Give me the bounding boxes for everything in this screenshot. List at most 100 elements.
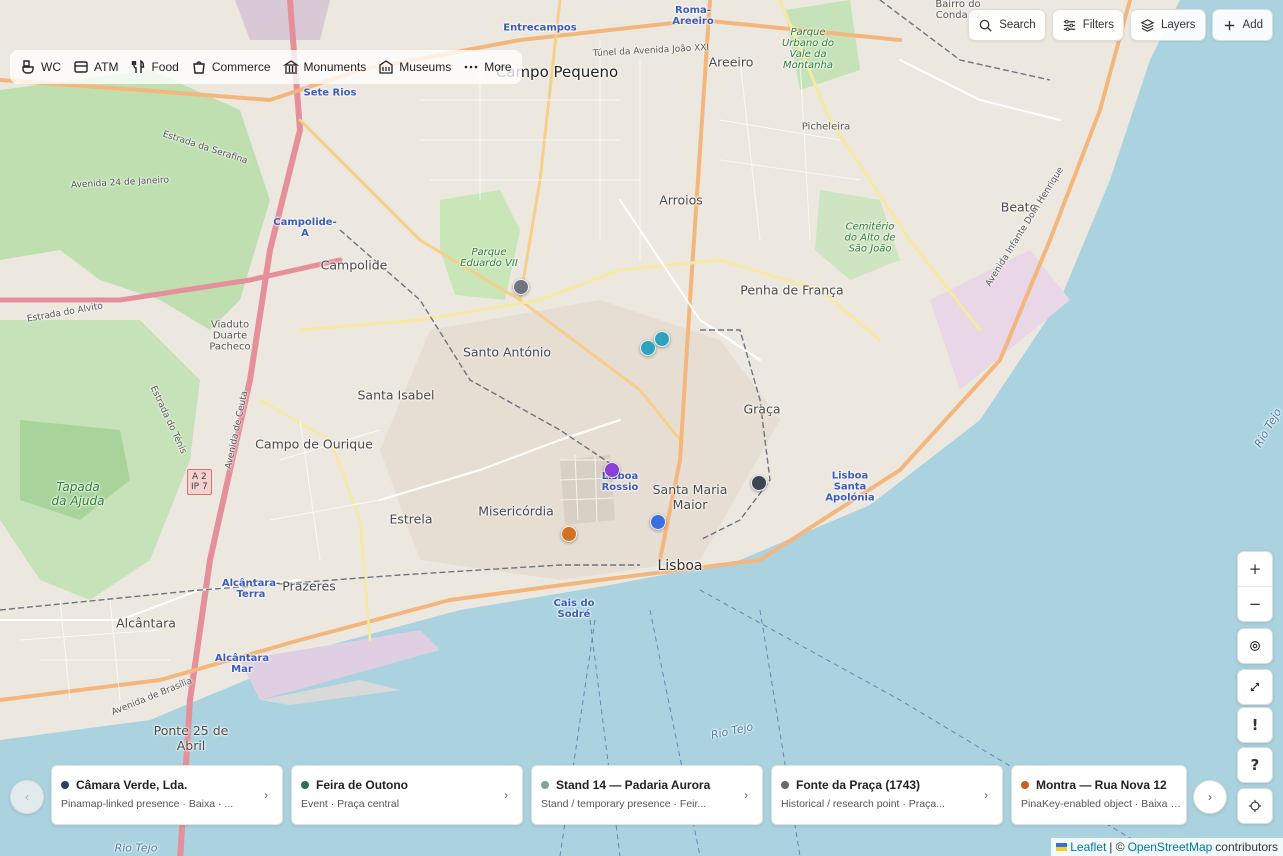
category-label: Museums: [399, 60, 452, 74]
card-title-row: Stand 14 — Padaria Aurora: [541, 778, 710, 792]
carousel-next-button[interactable]: ›: [1193, 780, 1227, 814]
place-label: Graça: [743, 401, 781, 417]
place-card[interactable]: Montra — Rua Nova 12 PinaKey-enabled obj…: [1011, 765, 1187, 825]
category-label: More: [484, 60, 512, 74]
place-label: Ponte 25 de Abril: [153, 723, 229, 753]
card-subtitle: Stand / temporary presence · Feir...: [541, 798, 707, 810]
osm-link[interactable]: OpenStreetMap: [1128, 838, 1213, 856]
zoom-control: + −: [1237, 551, 1273, 622]
map-marker[interactable]: [640, 340, 656, 356]
layers-icon: [1140, 18, 1155, 32]
map-marker[interactable]: [650, 514, 666, 530]
chevron-right-icon: ›: [504, 788, 508, 802]
place-label: Santa Isabel: [357, 387, 435, 403]
category-museums[interactable]: Museums: [372, 52, 457, 82]
filters-label: Filters: [1082, 19, 1114, 31]
search-icon: [979, 19, 992, 32]
card-title: Fonte da Praça (1743): [796, 778, 921, 792]
place-label: Estrela: [389, 511, 433, 527]
park-label: Parque Eduardo VII: [460, 247, 518, 269]
park-label: Parque Urbano do Vale da Montanha: [781, 27, 834, 71]
station-label: Roma-Areeiro: [672, 5, 714, 27]
search-button[interactable]: Search: [968, 9, 1046, 41]
atm-icon: [74, 61, 88, 73]
alert-button[interactable]: !: [1238, 708, 1272, 742]
monuments-icon: [282, 60, 299, 74]
place-label: Santa Maria Maior: [652, 482, 728, 512]
category-label: WC: [41, 60, 61, 74]
category-atm[interactable]: ATM: [67, 52, 124, 82]
park-label: Cemitério do Alto de São João: [844, 221, 896, 255]
zoom-out-button[interactable]: −: [1238, 587, 1272, 621]
station-label: Alcântara-Terra: [221, 578, 281, 600]
category-label: Food: [151, 60, 179, 74]
place-card[interactable]: Câmara Verde, Lda. Pinamap-linked presen…: [51, 765, 283, 825]
category-label: ATM: [94, 60, 119, 74]
place-card[interactable]: Feira de Outono Event · Praça central ›: [291, 765, 523, 825]
chevron-right-icon: ›: [744, 788, 748, 802]
category-commerce[interactable]: Commerce: [185, 52, 277, 82]
place-label: Campolide: [320, 257, 388, 273]
place-label: Misericórdia: [478, 503, 554, 519]
card-title: Câmara Verde, Lda.: [76, 778, 188, 792]
category-label: Commerce: [211, 60, 271, 74]
leaflet-link[interactable]: Leaflet: [1070, 838, 1106, 856]
filters-button[interactable]: Filters: [1051, 9, 1124, 41]
category-wc[interactable]: WC: [14, 52, 67, 82]
more-icon: [464, 65, 478, 69]
attribution-contributors: contributors: [1215, 840, 1278, 854]
target-icon: [1250, 641, 1260, 651]
card-carousel: Câmara Verde, Lda. Pinamap-linked presen…: [0, 765, 1283, 825]
station-label: Campolide-A: [273, 217, 337, 239]
park-label: Tapada da Ajuda: [51, 480, 105, 508]
commerce-icon: [193, 61, 205, 74]
map-marker[interactable]: [604, 462, 620, 478]
card-title-row: Montra — Rua Nova 12: [1021, 778, 1167, 792]
card-title: Stand 14 — Padaria Aurora: [556, 778, 711, 792]
card-title: Montra — Rua Nova 12: [1036, 778, 1167, 792]
category-more[interactable]: More: [457, 52, 517, 82]
recenter-control: [1237, 628, 1273, 664]
place-label: Arroios: [659, 192, 703, 208]
recenter-button[interactable]: [1238, 629, 1272, 663]
station-label: Entrecampos: [503, 22, 577, 34]
card-dot: [301, 781, 309, 789]
fullscreen-button[interactable]: [1238, 670, 1272, 704]
map-marker[interactable]: [751, 475, 767, 491]
station-label: Sete Rios: [303, 87, 357, 99]
place-label: Lisboa: [657, 558, 703, 574]
add-label: Add: [1242, 19, 1263, 31]
category-food[interactable]: Food: [124, 52, 184, 82]
place-card[interactable]: Fonte da Praça (1743) Historical / resea…: [771, 765, 1003, 825]
map-attribution: Leaflet | © OpenStreetMap contributors: [1051, 838, 1283, 856]
map-marker[interactable]: [654, 331, 670, 347]
card-subtitle: Pinamap-linked presence · Baixa · ...: [61, 798, 234, 810]
card-subtitle: Event · Praça central: [301, 798, 400, 810]
map-canvas[interactable]: Campo Pequeno Areeiro Arroios Penha de F…: [0, 0, 1283, 856]
alert-control: !: [1237, 707, 1273, 743]
map-marker[interactable]: [513, 279, 529, 295]
zoom-in-button[interactable]: +: [1238, 552, 1272, 587]
card-dot: [61, 781, 69, 789]
attribution-separator: | ©: [1109, 840, 1125, 854]
station-label: Lisboa Santa Apolónia: [825, 470, 875, 504]
wc-icon: [22, 60, 34, 74]
category-label: Monuments: [303, 60, 367, 74]
place-label: Alcântara: [116, 615, 176, 631]
add-button[interactable]: Add: [1211, 9, 1273, 41]
map-marker[interactable]: [561, 526, 577, 542]
layers-label: Layers: [1161, 19, 1196, 31]
card-dot: [1021, 781, 1029, 789]
card-subtitle: Historical / research point · Praça...: [781, 798, 945, 810]
category-monuments[interactable]: Monuments: [277, 52, 373, 82]
search-label: Search: [999, 19, 1036, 31]
place-label: Picheleira: [801, 121, 851, 133]
card-dot: [781, 781, 789, 789]
museums-icon: [379, 60, 393, 74]
fullscreen-control: [1237, 669, 1273, 705]
card-subtitle: PinaKey-enabled object · Baixa · c...: [1021, 798, 1181, 810]
filters-icon: [1063, 19, 1075, 31]
place-card[interactable]: Stand 14 — Padaria Aurora Stand / tempor…: [531, 765, 763, 825]
layers-button[interactable]: Layers: [1130, 9, 1206, 41]
plus-icon: [1224, 20, 1234, 30]
